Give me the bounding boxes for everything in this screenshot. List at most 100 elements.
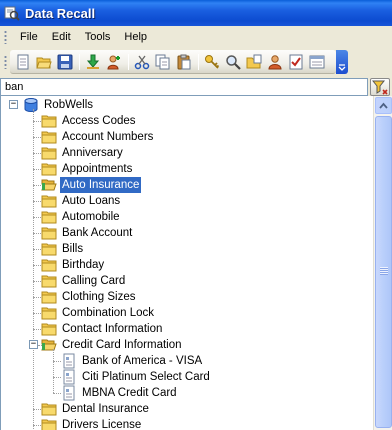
tree-item-label: Birthday	[62, 259, 105, 271]
tree-item-label: Calling Card	[62, 275, 126, 287]
key-icon[interactable]	[202, 52, 221, 71]
folder-icon	[41, 225, 57, 241]
tree-item-label: MBNA Credit Card	[82, 387, 177, 399]
app-icon	[4, 5, 20, 21]
toolbar-separator	[198, 53, 199, 70]
tree-item-label: Dental Insurance	[62, 403, 149, 415]
tree-item-automobile[interactable]: Automobile	[41, 209, 122, 225]
tree-item-label: Anniversary	[62, 147, 123, 159]
checklist-icon[interactable]	[286, 52, 305, 71]
tree-item-label: Bank of America - VISA	[82, 355, 203, 367]
find-icon[interactable]	[223, 52, 242, 71]
tree-item-appointments[interactable]: Appointments	[41, 161, 134, 177]
tree-item-label: Access Codes	[62, 115, 136, 127]
chevron-up-icon	[379, 102, 388, 109]
toolbar-area	[0, 48, 392, 76]
tree-item-auto-insurance[interactable]: Auto Insurance	[41, 177, 142, 193]
tree-guide-line	[53, 393, 61, 394]
toolbar-separator	[79, 53, 80, 70]
tree-item-account-numbers[interactable]: Account Numbers	[41, 129, 155, 145]
tree-item-bank-account[interactable]: Bank Account	[41, 225, 134, 241]
toolbar-overflow-button[interactable]	[336, 50, 348, 74]
tree-item-label: Bank Account	[62, 227, 133, 239]
folder-icon	[41, 129, 57, 145]
root-expander[interactable]: −	[9, 100, 18, 109]
user-add-icon[interactable]	[104, 52, 123, 71]
search-input[interactable]	[0, 78, 368, 96]
cut-icon[interactable]	[132, 52, 151, 71]
tree-item-label: Combination Lock	[62, 307, 155, 319]
menu-file[interactable]: File	[13, 29, 45, 45]
folder-icon	[41, 401, 57, 417]
tree-guide-line	[33, 109, 34, 429]
folder-open-icon	[41, 337, 57, 353]
scroll-up-button[interactable]	[375, 97, 392, 114]
tree-item-mbna-credit-card[interactable]: MBNA Credit Card	[61, 385, 179, 401]
folder-icon	[41, 417, 57, 430]
folder-icon	[41, 273, 57, 289]
folder-icon	[41, 193, 57, 209]
chevron-down-icon	[338, 64, 346, 71]
tree-item-label: Auto Insurance	[60, 177, 142, 193]
user-icon[interactable]	[265, 52, 284, 71]
open-folder-icon[interactable]	[34, 52, 53, 71]
tree-item-label: Clothing Sizes	[62, 291, 136, 303]
tree-item-bank-of-america-visa[interactable]: Bank of America - VISA	[61, 353, 204, 369]
folder-icon	[41, 241, 57, 257]
tree-item-auto-loans[interactable]: Auto Loans	[41, 193, 122, 209]
menu-edit[interactable]: Edit	[45, 29, 78, 45]
tree-item-birthday[interactable]: Birthday	[41, 257, 106, 273]
menu-tools[interactable]: Tools	[78, 29, 118, 45]
folder-open-icon	[41, 177, 57, 193]
new-document-icon[interactable]	[13, 52, 32, 71]
tree-item-dental-insurance[interactable]: Dental Insurance	[41, 401, 151, 417]
notes-icon[interactable]	[307, 52, 326, 71]
tree-item-label: Bills	[62, 243, 84, 255]
document-icon	[61, 353, 77, 369]
tree-guide-line	[53, 361, 61, 362]
menu-grip[interactable]	[4, 30, 7, 44]
tree-guide-line	[53, 377, 61, 378]
tree-item-label: Automobile	[62, 211, 120, 223]
tree-panel: − RobWells Access Codes Account Numbers Anni…	[0, 96, 392, 430]
save-icon[interactable]	[55, 52, 74, 71]
tree-item-credit-card-information[interactable]: Credit Card Information	[41, 337, 184, 353]
folder-icon	[41, 321, 57, 337]
tree-item-label: Citi Platinum Select Card	[82, 371, 210, 383]
funnel-icon	[372, 80, 388, 95]
database-icon	[23, 97, 39, 113]
title-bar: Data Recall	[0, 0, 392, 26]
tree-item-calling-card[interactable]: Calling Card	[41, 273, 127, 289]
paste-icon[interactable]	[174, 52, 193, 71]
folder-icon	[41, 257, 57, 273]
tree-item-drivers-license[interactable]: Drivers License	[41, 417, 143, 430]
expander-credit-card-information[interactable]: −	[29, 340, 38, 349]
tree-item-label: Appointments	[62, 163, 133, 175]
folder-icon	[41, 289, 57, 305]
tree-item-label: Drivers License	[62, 419, 142, 430]
tree-item-citi-platinum-select-card[interactable]: Citi Platinum Select Card	[61, 369, 212, 385]
tree-item-access-codes[interactable]: Access Codes	[41, 113, 138, 129]
scroll-thumb[interactable]	[375, 116, 392, 428]
folder-icon	[41, 161, 57, 177]
download-arrow-icon[interactable]	[83, 52, 102, 71]
tree-item-label: Credit Card Information	[62, 339, 182, 351]
tree-item-bills[interactable]: Bills	[41, 241, 85, 257]
folder-icon	[41, 209, 57, 225]
menu-help[interactable]: Help	[117, 29, 154, 45]
tree-item-clothing-sizes[interactable]: Clothing Sizes	[41, 289, 138, 305]
tree-item-combination-lock[interactable]: Combination Lock	[41, 305, 156, 321]
window-title: Data Recall	[25, 5, 96, 21]
vertical-scrollbar[interactable]	[373, 96, 392, 430]
filter-button[interactable]	[370, 78, 390, 96]
copy-icon[interactable]	[153, 52, 172, 71]
document-icon	[61, 385, 77, 401]
menu-bar: File Edit Tools Help	[0, 26, 392, 48]
scroll-thumb-grip	[380, 267, 388, 275]
document-icon	[61, 369, 77, 385]
toolbar-grip[interactable]	[4, 55, 7, 69]
search-row	[0, 78, 392, 96]
tree-item-anniversary[interactable]: Anniversary	[41, 145, 125, 161]
category-icon[interactable]	[244, 52, 263, 71]
tree-item-contact-information[interactable]: Contact Information	[41, 321, 164, 337]
